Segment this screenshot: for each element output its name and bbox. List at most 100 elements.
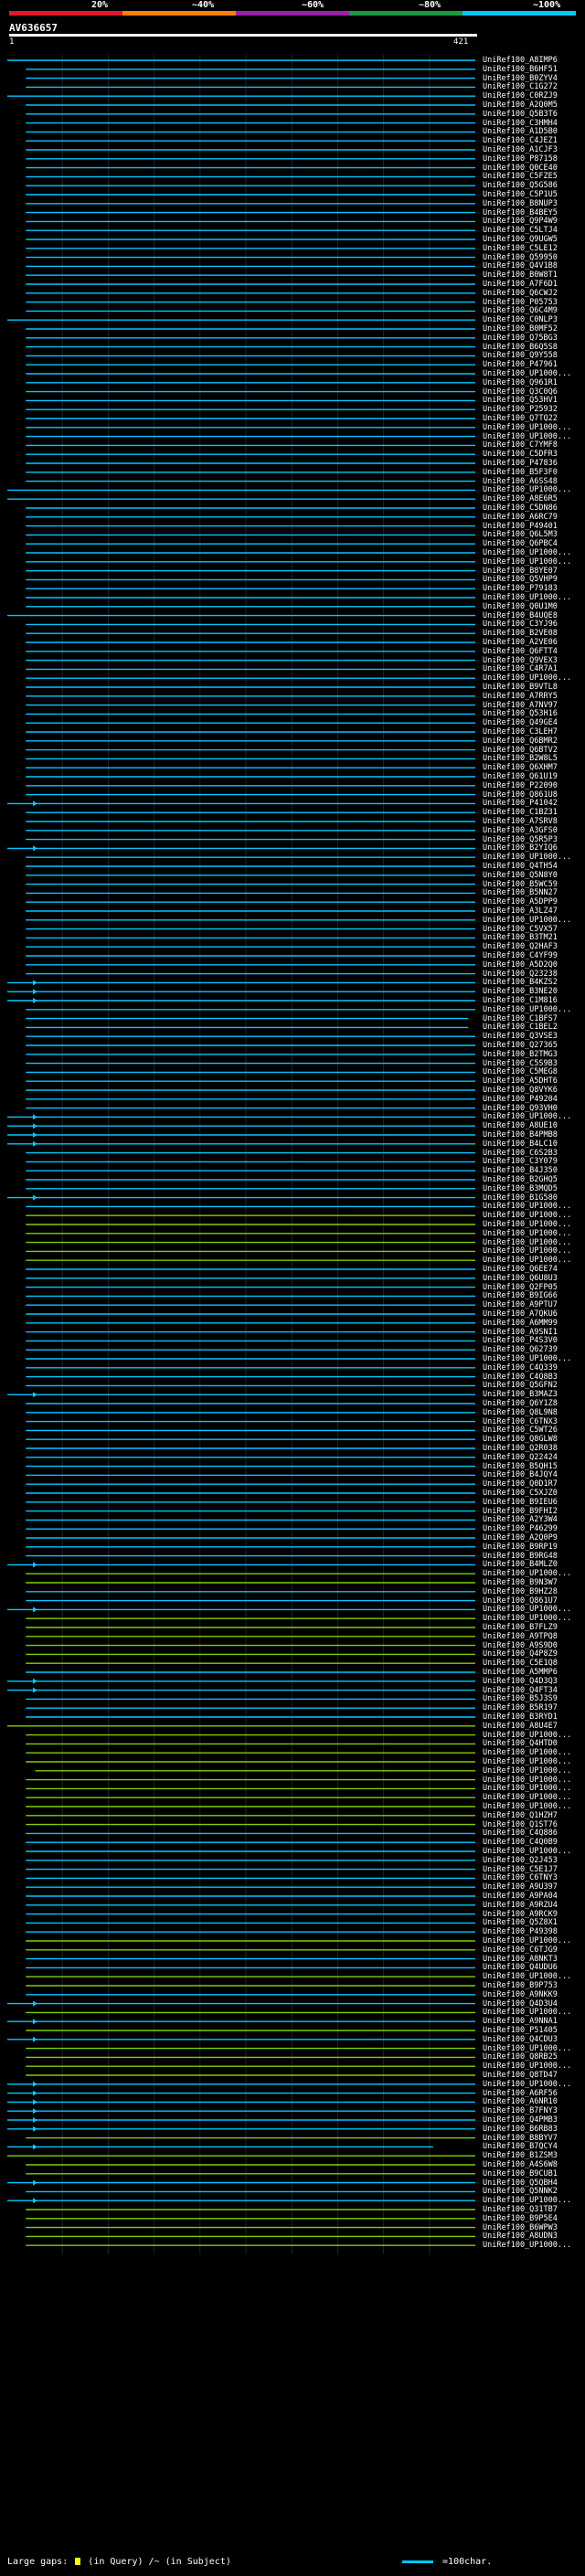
hit-label[interactable]: UniRef100_B8YE07 [483,567,558,576]
hit-label[interactable]: UniRef100_UP1000... [483,2196,571,2205]
hit-label[interactable]: UniRef100_B3MAZ3 [483,1390,558,1399]
hit-label[interactable]: UniRef100_UP1000... [483,1614,571,1623]
hit-label[interactable]: UniRef100_B2TMG3 [483,1050,558,1059]
hit-label[interactable]: UniRef100_Q31TB7 [483,2205,558,2214]
hit-label[interactable]: UniRef100_B2W8L5 [483,754,558,763]
hit-label[interactable]: UniRef100_P46299 [483,1524,558,1533]
hit-label[interactable]: UniRef100_C3LEH7 [483,727,558,737]
hit-label[interactable]: UniRef100_A7NV97 [483,701,558,710]
hit-label[interactable]: UniRef100_Q4PMB3 [483,2115,558,2125]
hit-label[interactable]: UniRef100_B2YIQ6 [483,843,558,853]
hit-label[interactable]: UniRef100_Q2R038 [483,1444,558,1453]
hit-label[interactable]: UniRef100_UP1000... [483,369,571,378]
hit-label[interactable]: UniRef100_UP1000... [483,485,571,494]
hit-label[interactable]: UniRef100_Q61U19 [483,772,558,781]
hit-label[interactable]: UniRef100_Q8RB25 [483,2052,558,2062]
hit-label[interactable]: UniRef100_UP1000... [483,423,571,432]
hit-label[interactable]: UniRef100_B8NUP3 [483,199,558,208]
hit-label[interactable]: UniRef100_C5E1J7 [483,1865,558,1874]
hit-label[interactable]: UniRef100_B5NN27 [483,888,558,897]
hit-label[interactable]: UniRef100_C4JEZ1 [483,136,558,145]
hit-label[interactable]: UniRef100_B9P5E4 [483,2214,558,2223]
hit-label[interactable]: UniRef100_Q6BMR2 [483,737,558,746]
hit-label[interactable]: UniRef100_UP1000... [483,1112,571,1121]
hit-label[interactable]: UniRef100_UP1000... [483,1256,571,1265]
hit-label[interactable]: UniRef100_UP1000... [483,1220,571,1229]
hit-label[interactable]: UniRef100_UP1000... [483,2241,571,2250]
hit-label[interactable]: UniRef100_C3HMH4 [483,119,558,128]
hit-label[interactable]: UniRef100_B9CUB1 [483,2169,558,2178]
hit-label[interactable]: UniRef100_A2Q0M5 [483,101,558,110]
hit-label[interactable]: UniRef100_UP1000... [483,1793,571,1802]
hit-label[interactable]: UniRef100_C5LE12 [483,244,558,253]
hit-label[interactable]: UniRef100_C3Y079 [483,1157,558,1166]
hit-label[interactable]: UniRef100_Q6CWJ2 [483,289,558,298]
hit-label[interactable]: UniRef100_Q9Y558 [483,351,558,360]
hit-label[interactable]: UniRef100_Q0D1R7 [483,1479,558,1489]
hit-label[interactable]: UniRef100_B6Q5S8 [483,343,558,352]
hit-label[interactable]: UniRef100_Q1HZH7 [483,1811,558,1820]
hit-label[interactable]: UniRef100_B5WC59 [483,880,558,889]
hit-label[interactable]: UniRef100_A5DPP9 [483,897,558,906]
hit-label[interactable]: UniRef100_P47961 [483,360,558,369]
hit-label[interactable]: UniRef100_A9SNI1 [483,1328,558,1337]
hit-label[interactable]: UniRef100_Q4P8Z9 [483,1649,558,1659]
hit-label[interactable]: UniRef100_C3YJ96 [483,620,558,629]
hit-label[interactable]: UniRef100_C5DFR3 [483,450,558,459]
hit-label[interactable]: UniRef100_UP1000... [483,1748,571,1757]
hit-label[interactable]: UniRef100_B4JQY4 [483,1470,558,1479]
hit-label[interactable]: UniRef100_Q6EE74 [483,1265,558,1274]
hit-label[interactable]: UniRef100_UP1000... [483,1246,571,1256]
hit-label[interactable]: UniRef100_A9RZU4 [483,1901,558,1910]
hit-label[interactable]: UniRef100_Q22424 [483,1453,558,1462]
hit-label[interactable]: UniRef100_B3MQD5 [483,1184,558,1193]
hit-label[interactable]: UniRef100_Q4UDU6 [483,1963,558,1972]
hit-label[interactable]: UniRef100_P05753 [483,298,558,307]
hit-label[interactable]: UniRef100_B7FLZ9 [483,1623,558,1632]
hit-label[interactable]: UniRef100_A6SS48 [483,477,558,486]
hit-label[interactable]: UniRef100_B4MLZ0 [483,1560,558,1569]
hit-label[interactable]: UniRef100_Q5NNK2 [483,2187,558,2196]
hit-label[interactable]: UniRef100_Q27365 [483,1041,558,1050]
hit-label[interactable]: UniRef100_UP1000... [483,1757,571,1766]
hit-label[interactable]: UniRef100_A2Y3W4 [483,1515,558,1524]
hit-label[interactable]: UniRef100_Q861U8 [483,790,558,800]
hit-label[interactable]: UniRef100_B7QCY4 [483,2142,558,2151]
hit-label[interactable]: UniRef100_B4LC10 [483,1140,558,1149]
hit-label[interactable]: UniRef100_UP1000... [483,673,571,683]
hit-label[interactable]: UniRef100_A9TPQ8 [483,1632,558,1641]
hit-label[interactable]: UniRef100_B5R197 [483,1703,558,1712]
hit-label[interactable]: UniRef100_UP1000... [483,2080,571,2089]
hit-label[interactable]: UniRef100_UP1000... [483,1354,571,1363]
hit-label[interactable]: UniRef100_Q53H16 [483,709,558,718]
hit-label[interactable]: UniRef100_A8UE10 [483,1121,558,1130]
hit-label[interactable]: UniRef100_B9N3W7 [483,1578,558,1587]
hit-label[interactable]: UniRef100_A6MM99 [483,1319,558,1328]
hit-label[interactable]: UniRef100_Q5G586 [483,181,558,190]
hit-label[interactable]: UniRef100_UP1000... [483,1005,571,1014]
hit-label[interactable]: UniRef100_A9S9D0 [483,1641,558,1650]
hit-label[interactable]: UniRef100_A8UDN3 [483,2231,558,2241]
hit-label[interactable]: UniRef100_B0MF52 [483,324,558,334]
hit-label[interactable]: UniRef100_C5XJZ0 [483,1489,558,1498]
hit-label[interactable]: UniRef100_UP1000... [483,853,571,862]
hit-label[interactable]: UniRef100_A7F6D1 [483,280,558,289]
hit-label[interactable]: UniRef100_UP1000... [483,1847,571,1856]
hit-label[interactable]: UniRef100_C1BFS7 [483,1014,558,1023]
hit-label[interactable]: UniRef100_Q23238 [483,970,558,979]
hit-label[interactable]: UniRef100_Q5R5P3 [483,835,558,844]
hit-label[interactable]: UniRef100_B1ZSM3 [483,2151,558,2160]
hit-label[interactable]: UniRef100_UP1000... [483,1802,571,1811]
hit-label[interactable]: UniRef100_A9RCK9 [483,1910,558,1919]
hit-label[interactable]: UniRef100_C1BZ31 [483,808,558,817]
hit-label[interactable]: UniRef100_C4YF99 [483,951,558,960]
hit-label[interactable]: UniRef100_UP1000... [483,557,571,567]
hit-label[interactable]: UniRef100_B9IG66 [483,1291,558,1300]
hit-label[interactable]: UniRef100_Q4TH54 [483,862,558,871]
hit-label[interactable]: UniRef100_C5WT26 [483,1426,558,1435]
hit-label[interactable]: UniRef100_Q6Y1Z8 [483,1399,558,1408]
hit-label[interactable]: UniRef100_P41042 [483,799,558,808]
hit-label[interactable]: UniRef100_C5P1U5 [483,190,558,199]
hit-label[interactable]: UniRef100_P79183 [483,584,558,593]
hit-label[interactable]: UniRef100_A2VE06 [483,638,558,647]
